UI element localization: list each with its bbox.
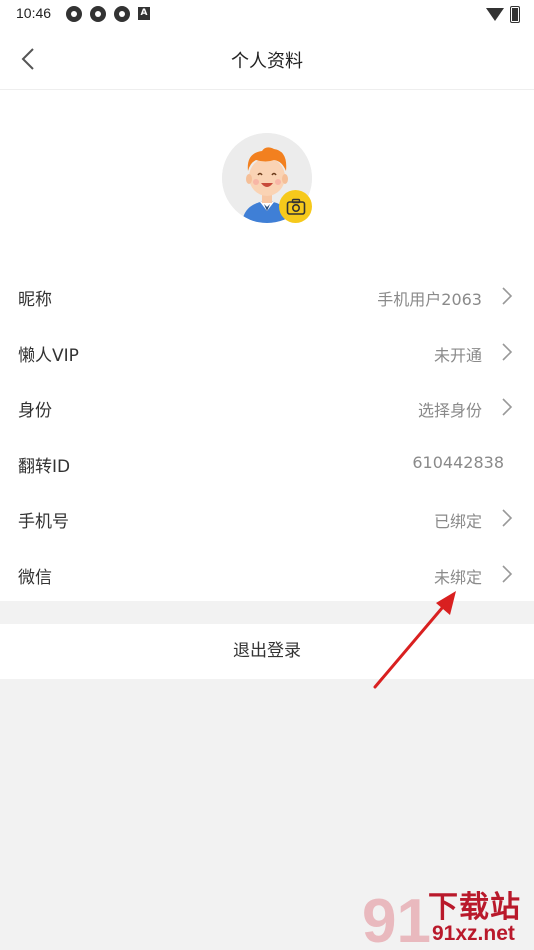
app-notification-icon — [114, 6, 130, 22]
row-value: 未开通 — [433, 345, 482, 365]
row-phone[interactable]: 手机号 已绑定 — [0, 490, 534, 546]
chevron-right-icon — [502, 564, 513, 583]
row-value: 未绑定 — [433, 567, 482, 587]
navigation-bar: 个人资料 — [0, 28, 534, 90]
watermark-logo-text: 91 — [362, 887, 431, 950]
row-label: 身份 — [18, 401, 52, 421]
app-notification-icon — [90, 6, 106, 22]
row-value: 选择身份 — [417, 401, 482, 420]
annotation-arrow-icon — [373, 591, 456, 689]
row-flip-id: 翻转ID 610442838 — [0, 435, 534, 491]
chevron-right-icon — [502, 509, 513, 527]
watermark: 91 下载站 91xz.net — [362, 880, 534, 950]
chevron-right-icon — [502, 398, 513, 416]
chevron-right-icon — [502, 342, 513, 361]
row-value: 610442838 — [412, 452, 504, 472]
row-nickname[interactable]: 昵称 手机用户2063 — [0, 268, 534, 324]
row-label: 微信 — [18, 567, 52, 588]
row-vip[interactable]: 懒人VIP 未开通 — [0, 324, 534, 380]
status-bar: 10:46 A — [0, 0, 534, 28]
wifi-icon — [486, 8, 504, 21]
chevron-right-icon — [502, 287, 513, 305]
status-time: 10:46 — [16, 5, 52, 21]
avatar-section — [0, 90, 534, 268]
row-label: 手机号 — [18, 512, 69, 532]
profile-info-list: 昵称 手机用户2063 懒人VIP 未开通 身份 选择身份 翻转ID 61044… — [0, 268, 534, 601]
battery-icon — [510, 6, 520, 23]
app-notification-icon — [66, 6, 82, 22]
row-label: 昵称 — [18, 290, 52, 310]
watermark-logo-icon: 91 — [362, 887, 431, 950]
a-badge-icon: A — [138, 7, 150, 20]
watermark-brand: 下载站 — [428, 890, 521, 925]
watermark-url: 91xz.net — [432, 922, 515, 945]
row-label: 翻转ID — [18, 456, 71, 477]
row-label: 懒人VIP — [18, 345, 79, 366]
row-identity[interactable]: 身份 选择身份 — [0, 379, 534, 435]
row-value: 手机用户2063 — [377, 290, 482, 309]
row-value: 已绑定 — [433, 512, 482, 531]
page-title: 个人资料 — [231, 51, 303, 72]
camera-icon — [286, 198, 305, 215]
notification-icons: A — [66, 6, 150, 22]
system-icons — [486, 6, 520, 23]
change-avatar-button[interactable] — [279, 190, 312, 223]
